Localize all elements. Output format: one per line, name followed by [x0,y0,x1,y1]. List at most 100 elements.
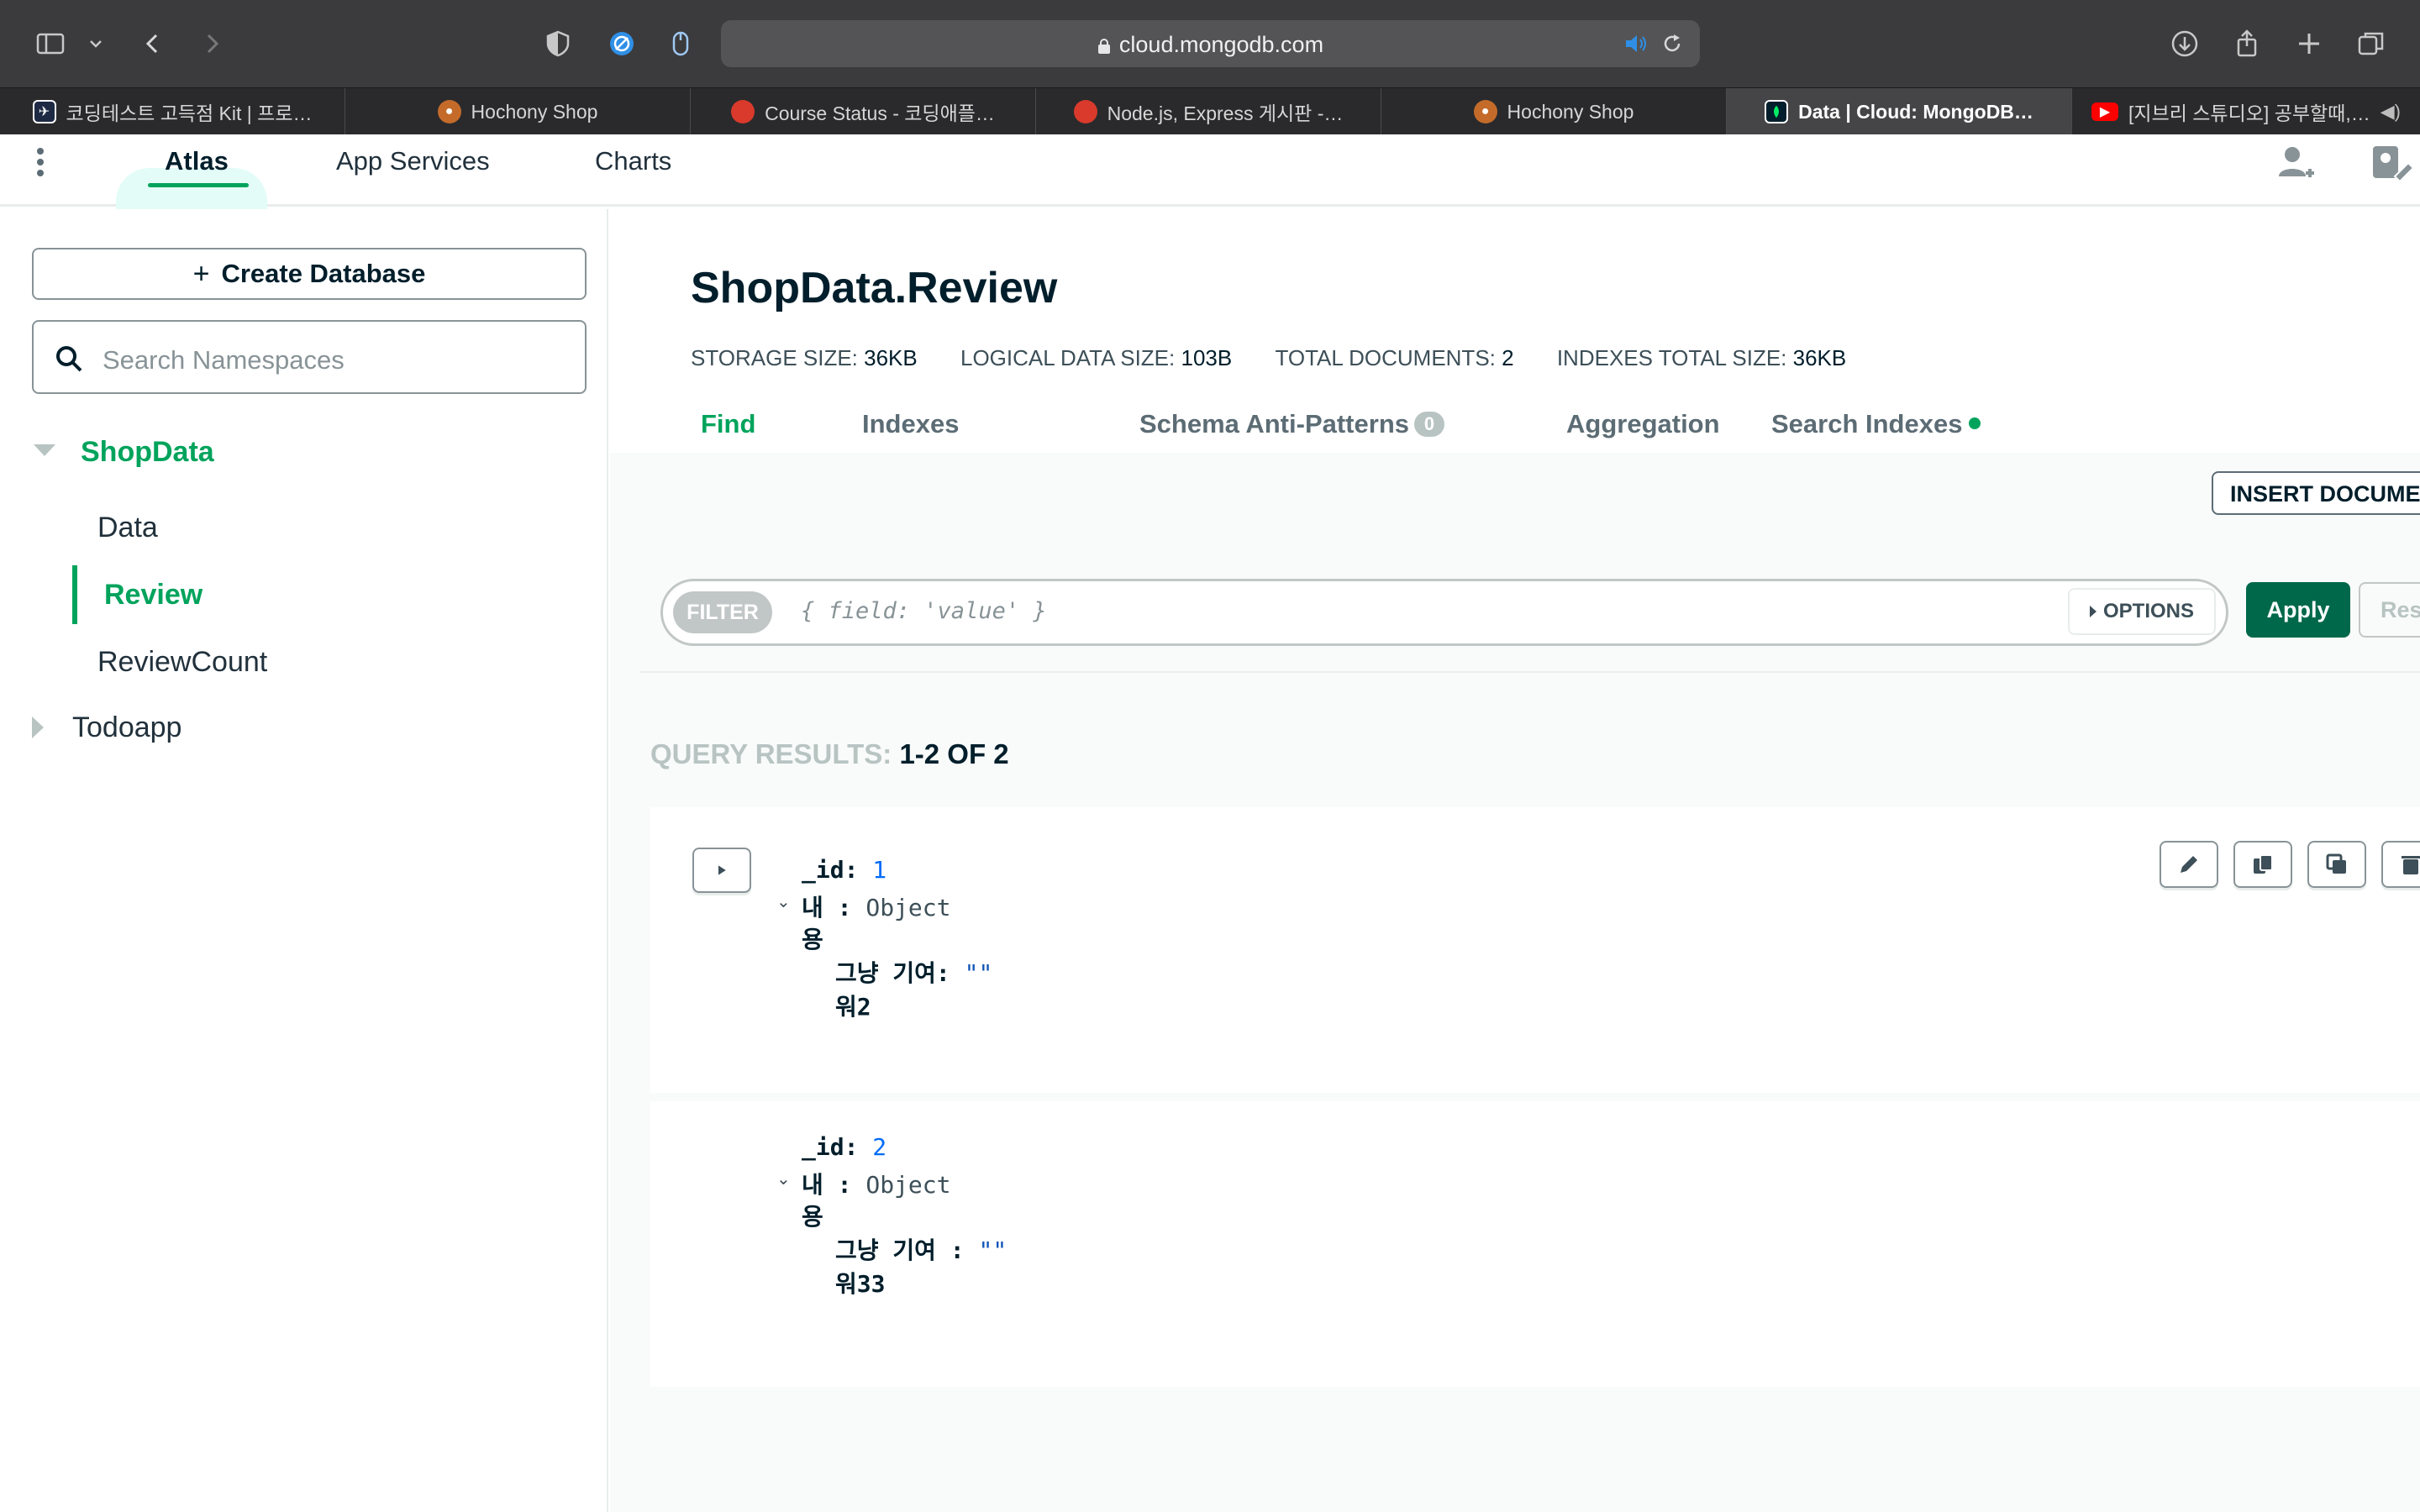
browser-tab[interactable]: ▶ [지브리 스튜디오] 공부할때,… ◀) [2072,88,2420,135]
forward-icon[interactable] [193,25,230,62]
tab-search-indexes[interactable]: Search Indexes [1771,409,1981,439]
download-icon[interactable] [2166,25,2203,62]
filter-bar[interactable]: FILTER { field: 'value' } OPTIONS [660,579,2228,646]
delete-document-button[interactable] [2381,841,2420,888]
pencil-icon [2181,856,2197,873]
mongodb-leaf-icon [1765,100,1789,123]
new-tab-icon[interactable] [2291,25,2328,62]
tab-bar: ✈ 코딩테스트 고득점 Kit | 프로… ● Hochony Shop Cou… [0,87,2420,135]
more-menu-icon[interactable] [37,148,45,181]
nav-tab-atlas[interactable]: Atlas [165,146,229,176]
caret-right-icon[interactable] [32,717,44,738]
browser-tab[interactable]: ● Hochony Shop [345,88,691,135]
query-results-summary: QUERY RESULTS: 1-2 OF 2 [650,738,1009,769]
field-nested-key: 그냥 기여 : "" [835,1236,1007,1264]
field-nested-key-cont: 워2 [835,993,871,1021]
tab-title: Data | Cloud: MongoDB… [1798,100,2033,123]
reset-button[interactable]: Reset [2359,582,2420,638]
filter-input[interactable]: { field: 'value' } [801,598,1047,624]
collection-item-data[interactable]: Data [97,512,158,544]
sidebar-toggle-icon[interactable] [32,25,69,62]
filter-label: FILTER [673,591,772,633]
document-card[interactable]: _id: 1 ⌄ 내 : Object 용 그냥 기여: "" 워2 [650,807,2420,1093]
options-button[interactable]: OPTIONS [2068,588,2216,635]
browser-toolbar: cloud.mongodb.com [0,0,2420,87]
clone-icon [2326,853,2346,874]
copy-icon [2254,854,2273,874]
db-item-shopdata[interactable]: ShopData [81,436,214,469]
speaker-icon[interactable]: ◀) [2381,101,2401,123]
extension-blocker-icon[interactable] [603,25,640,62]
tab-title: Hochony Shop [1507,100,1634,123]
browser-tab[interactable]: ● Hochony Shop [1381,88,1727,135]
count-badge: 0 [1414,412,1444,437]
speaker-icon[interactable] [1623,32,1649,55]
search-namespaces-input[interactable]: Search Namespaces [32,320,587,394]
atlas-top-nav: Atlas App Services Charts [0,134,2420,218]
apply-button[interactable]: Apply [2246,582,2350,638]
active-tab-indicator [148,183,249,187]
field-object-key: 내 : Object [802,1171,951,1199]
db-item-todoapp[interactable]: Todoapp [72,711,182,744]
stat-indexes-size: INDEXES TOTAL SIZE: 36KB [1556,345,1847,370]
edit-document-button[interactable] [2160,841,2218,888]
chevron-down-icon[interactable]: ⌄ [776,891,791,912]
tab-title: Hochony Shop [471,100,598,123]
browser-tab[interactable]: ✈ 코딩테스트 고득점 Kit | 프로… [0,88,345,135]
tab-overview-icon[interactable] [2353,25,2390,62]
tab-schema-anti-patterns[interactable]: Schema Anti-Patterns 0 [1139,409,1444,439]
tab-title: 코딩테스트 고득점 Kit | 프로… [66,102,313,124]
chevron-down-icon[interactable] [77,25,114,62]
tab-title: [지브리 스튜디오] 공부할때,… [2128,102,2370,124]
tab-aggregation[interactable]: Aggregation [1566,409,1720,439]
tab-title: Course Status - 코딩애플… [765,102,995,124]
nav-tab-app-services[interactable]: App Services [336,146,490,176]
document-card[interactable]: _id: 2 ⌄ 내 : Object 용 그냥 기여 : "" 워33 [650,1101,2420,1387]
tab-find[interactable]: Find [701,409,755,439]
apple-icon [731,100,755,123]
plus-icon: + [192,257,210,290]
field-object-key-cont: 용 [802,1203,823,1231]
stat-logical-size: LOGICAL DATA SIZE: 103B [960,345,1233,370]
divider [640,671,2420,673]
caret-down-icon[interactable] [34,444,55,456]
chevron-down-icon[interactable]: ⌄ [776,1168,791,1189]
hochony-icon: ● [1473,100,1497,123]
invite-user-icon[interactable] [2275,143,2316,185]
nav-tab-charts[interactable]: Charts [595,146,671,176]
field-id: _id: 2 [802,1133,887,1161]
apple-icon [1073,100,1097,123]
mouse-extension-icon[interactable] [662,25,699,62]
reload-icon[interactable] [1660,32,1684,55]
create-database-button[interactable]: + Create Database [32,248,587,300]
youtube-icon: ▶ [2091,102,2119,121]
browser-tab[interactable]: Node.js, Express 게시판 -… [1036,88,1381,135]
copy-document-button[interactable] [2233,841,2292,888]
field-id: _id: 1 [802,856,887,884]
field-nested-key-cont: 워33 [835,1270,886,1298]
collection-title: ShopData.Review [691,264,1058,312]
sidebar: + Create Database Search Namespaces Shop… [0,209,608,1512]
status-dot-icon [1969,417,1981,429]
back-icon[interactable] [134,25,171,62]
field-object-key-cont: 용 [802,926,823,953]
shield-icon[interactable] [539,25,576,62]
document-actions [2160,841,2420,891]
access-manager-icon[interactable] [2370,143,2420,185]
clone-document-button[interactable] [2307,841,2366,888]
address-bar[interactable]: cloud.mongodb.com [721,20,1700,67]
search-icon [56,346,82,372]
selected-indicator [72,565,77,624]
play-icon [718,865,726,875]
browser-tab-active[interactable]: Data | Cloud: MongoDB… [1727,88,2072,135]
collection-item-reviewcount[interactable]: ReviewCount [97,646,267,679]
insert-document-button[interactable]: INSERT DOCUMENT [2212,471,2420,515]
collection-item-review[interactable]: Review [104,579,203,612]
caret-right-icon [2089,606,2096,617]
expand-document-button[interactable] [692,848,751,893]
collection-stats: STORAGE SIZE: 36KB LOGICAL DATA SIZE: 10… [691,345,1883,371]
share-icon[interactable] [2228,25,2265,62]
tab-indexes[interactable]: Indexes [862,409,959,439]
browser-tab[interactable]: Course Status - 코딩애플… [691,88,1036,135]
hochony-icon: ● [437,100,461,123]
